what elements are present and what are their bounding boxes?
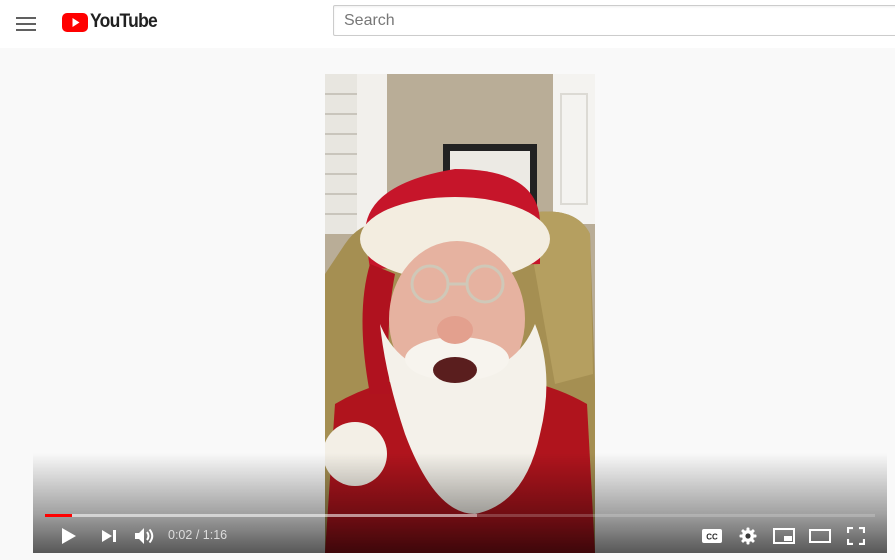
fullscreen-button[interactable] <box>843 519 869 553</box>
theater-icon <box>809 529 831 543</box>
volume-button[interactable] <box>131 519 159 553</box>
fullscreen-icon <box>847 527 865 545</box>
volume-icon <box>135 528 154 544</box>
search-input[interactable] <box>334 6 895 35</box>
settings-button[interactable] <box>735 519 761 553</box>
next-icon <box>102 530 116 542</box>
menu-icon[interactable] <box>16 14 36 34</box>
logo-text: YouTube <box>90 11 158 32</box>
subtitles-icon: CC <box>702 529 722 543</box>
subtitles-button[interactable]: CC <box>699 519 725 553</box>
play-icon <box>62 528 76 544</box>
miniplayer-button[interactable] <box>771 519 797 553</box>
youtube-logo[interactable]: YouTube <box>62 11 163 33</box>
player-controls: 0:02 / 1:16 CC <box>33 519 887 553</box>
settings-icon <box>739 527 757 545</box>
time-display: 0:02 / 1:16 <box>168 519 227 553</box>
progress-loaded <box>45 514 477 517</box>
video-player[interactable]: 0:02 / 1:16 CC <box>33 49 887 553</box>
progress-bar[interactable] <box>45 514 875 517</box>
masthead: YouTube <box>0 0 895 48</box>
time-current: 0:02 <box>168 528 193 542</box>
progress-played <box>45 514 73 517</box>
svg-text:CC: CC <box>706 533 718 542</box>
youtube-logo-icon <box>62 12 88 32</box>
time-duration: 1:16 <box>202 528 228 542</box>
next-button[interactable] <box>95 519 123 553</box>
time-separator: / <box>192 528 203 542</box>
search-box[interactable] <box>333 5 895 36</box>
play-button[interactable] <box>55 519 83 553</box>
theater-button[interactable] <box>807 519 833 553</box>
miniplayer-icon <box>773 528 795 544</box>
